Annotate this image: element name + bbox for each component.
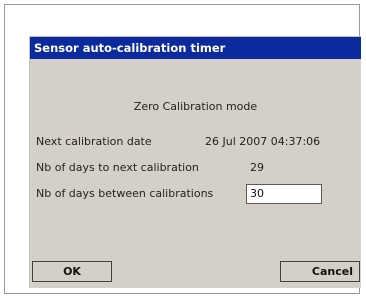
cancel-button[interactable]: Cancel	[280, 261, 360, 282]
dialog-title: Sensor auto-calibration timer	[30, 37, 361, 59]
calibration-dialog: Sensor auto-calibration timer Zero Calib…	[29, 36, 361, 288]
days-to-next-calibration-value: 29	[250, 161, 264, 174]
days-between-calibrations-label: Nb of days between calibrations	[36, 187, 214, 200]
days-between-calibrations-input[interactable]: 30	[246, 184, 322, 204]
next-calibration-date-label: Next calibration date	[36, 135, 152, 148]
days-to-next-calibration-label: Nb of days to next calibration	[36, 161, 199, 174]
calibration-mode-label: Zero Calibration mode	[133, 100, 258, 113]
next-calibration-date-value: 26 Jul 2007 04:37:06	[205, 135, 321, 148]
ok-button[interactable]: OK	[32, 261, 112, 282]
